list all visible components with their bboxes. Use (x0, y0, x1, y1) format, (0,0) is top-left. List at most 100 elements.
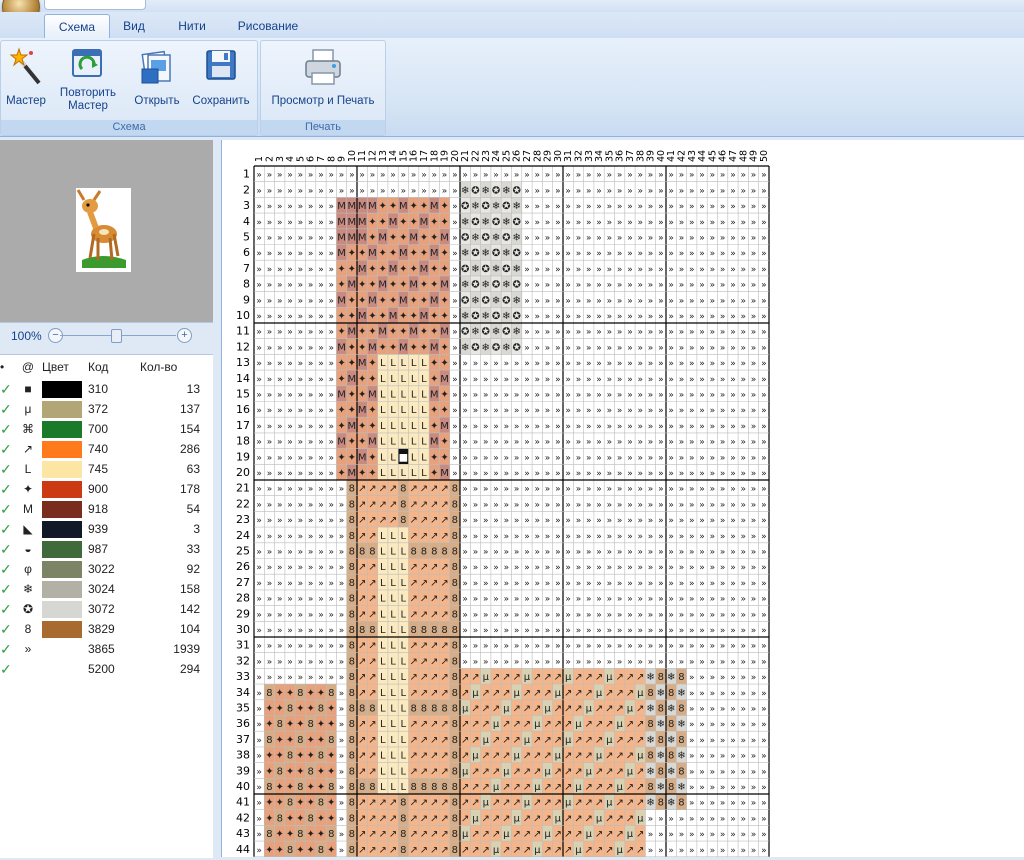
grid-symbol: » (277, 673, 283, 683)
grid-symbol: ❄ (512, 295, 520, 306)
grid-symbol: ↗ (440, 751, 448, 762)
grid-symbol: » (679, 563, 685, 573)
grid-symbol: » (689, 469, 695, 479)
palette-row[interactable]: ✓ 5200 294 (0, 659, 200, 679)
grid-symbol: » (699, 736, 705, 746)
grid-symbol: ↗ (420, 531, 428, 542)
palette-row[interactable]: ✓ μ 372 137 (0, 399, 200, 419)
bambi-thumbnail[interactable] (76, 188, 131, 272)
pattern-grid-canvas[interactable]: 1 2 3 4 5 6 7 8 9 10 11 12 13 14 15 16 17 18 19 20 21 22 23 24 2… (222, 140, 1024, 858)
palette-row[interactable]: ✓» 3865 1939 (0, 639, 200, 659)
grid-symbol: ✦ (348, 295, 356, 306)
grid-symbol: μ (555, 688, 562, 699)
grid-symbol: » (328, 595, 334, 605)
grid-symbol: M (358, 311, 367, 322)
grid-symbol: μ (472, 751, 479, 762)
grid-symbol: 8 (307, 766, 313, 777)
palette-row[interactable]: ✓ ■ 310 13 (0, 379, 200, 399)
grid-symbol: » (627, 610, 633, 620)
master-button[interactable]: Мастер (3, 47, 49, 108)
grid-symbol: ↗ (595, 719, 603, 730)
palette-row[interactable]: ✓ 8 3829 104 (0, 619, 200, 639)
grid-symbol: » (607, 657, 613, 667)
grid-symbol: » (679, 343, 685, 353)
grid-symbol: ↗ (543, 782, 551, 793)
grid-symbol: L (390, 562, 396, 573)
tab-view[interactable]: Вид (114, 14, 154, 38)
grid-symbol: » (349, 186, 355, 196)
palette-row[interactable]: ✓ M 918 54 (0, 499, 200, 519)
grid-symbol: » (328, 375, 334, 385)
grid-symbol: ↗ (492, 672, 500, 683)
tab-drawing[interactable]: Рисование (230, 14, 306, 38)
grid-symbol: » (452, 312, 458, 322)
grid-symbol: ✦ (379, 264, 387, 275)
grid-symbol: » (524, 312, 530, 322)
grid-symbol: » (277, 485, 283, 495)
grid-symbol: 8 (452, 594, 458, 605)
grid-symbol: » (637, 171, 643, 181)
palette-row[interactable]: ✓ ❄ 3024 158 (0, 579, 200, 599)
grid-symbol: ✪ (471, 217, 479, 228)
save-button[interactable]: Сохранить (189, 47, 253, 108)
palette-count: 178 (179, 482, 200, 496)
grid-symbol: 8 (452, 641, 458, 652)
grid-symbol: » (576, 422, 582, 432)
grid-symbol: ↗ (389, 515, 397, 526)
grid-symbol: » (308, 391, 314, 401)
pattern-grid[interactable]: 1 2 3 4 5 6 7 8 9 10 11 12 13 14 15 16 17 18 19 20 21 22 23 24 2… (221, 140, 1024, 858)
grid-symbol: » (565, 343, 571, 353)
quick-access-toolbar[interactable] (44, 0, 146, 10)
palette-row[interactable]: ✓ ↗ 740 286 (0, 439, 200, 459)
palette-row[interactable]: ✓ ◒ 987 33 (0, 539, 200, 559)
palette-row[interactable]: ✓ φ 3022 92 (0, 559, 200, 579)
open-button[interactable]: Открыть (129, 47, 185, 108)
grid-symbol: » (462, 469, 468, 479)
grid-symbol: » (761, 469, 767, 479)
palette-row[interactable]: ✓ L 745 63 (0, 459, 200, 479)
row-number: 21 (236, 482, 250, 495)
grid-symbol: » (648, 296, 654, 306)
grid-symbol: ✦ (420, 342, 428, 353)
grid-symbol: » (751, 359, 757, 369)
grid-symbol: 8 (452, 547, 458, 558)
grid-symbol: ↗ (615, 829, 623, 840)
grid-symbol: » (462, 500, 468, 510)
grid-symbol: » (256, 469, 262, 479)
grid-symbol: ❄ (677, 782, 685, 793)
grid-symbol: ✦ (327, 813, 335, 824)
grid-symbol: » (267, 186, 273, 196)
grid-symbol: ✦ (440, 264, 448, 275)
grid-symbol: » (648, 281, 654, 291)
grid-symbol: » (720, 485, 726, 495)
grid-symbol: » (607, 171, 613, 181)
grid-symbol: ↗ (471, 672, 479, 683)
zoom-in-button[interactable]: + (177, 328, 192, 343)
grid-symbol: » (699, 720, 705, 730)
tab-scheme[interactable]: Схема (44, 14, 110, 39)
grid-symbol: » (555, 657, 561, 667)
grid-symbol: » (658, 626, 664, 636)
grid-symbol: » (298, 312, 304, 322)
palette-row[interactable]: ✓ ◣ 939 3 (0, 519, 200, 539)
grid-symbol: » (668, 830, 674, 840)
palette-row[interactable]: ✓ ⌘ 700 154 (0, 419, 200, 439)
palette-row[interactable]: ✓ ✦ 900 178 (0, 479, 200, 499)
palette-row[interactable]: ✓ ✪ 3072 142 (0, 599, 200, 619)
grid-symbol: » (689, 234, 695, 244)
grid-symbol: L (390, 531, 396, 542)
grid-symbol: ❄ (482, 280, 490, 291)
tab-threads[interactable]: Нити (170, 14, 214, 38)
grid-symbol: L (390, 688, 396, 699)
grid-symbol: » (596, 281, 602, 291)
grid-symbol: ✦ (430, 374, 438, 385)
zoom-slider-thumb[interactable] (111, 329, 122, 343)
repeat-master-button[interactable]: Повторить Мастер (55, 47, 121, 113)
grid-symbol: » (751, 783, 757, 793)
print-preview-button[interactable]: Просмотр и Печать (265, 47, 381, 108)
grid-symbol: » (761, 516, 767, 526)
grid-symbol: » (318, 296, 324, 306)
grid-symbol: » (689, 752, 695, 762)
grid-symbol: » (740, 359, 746, 369)
row-number: 14 (236, 372, 250, 385)
